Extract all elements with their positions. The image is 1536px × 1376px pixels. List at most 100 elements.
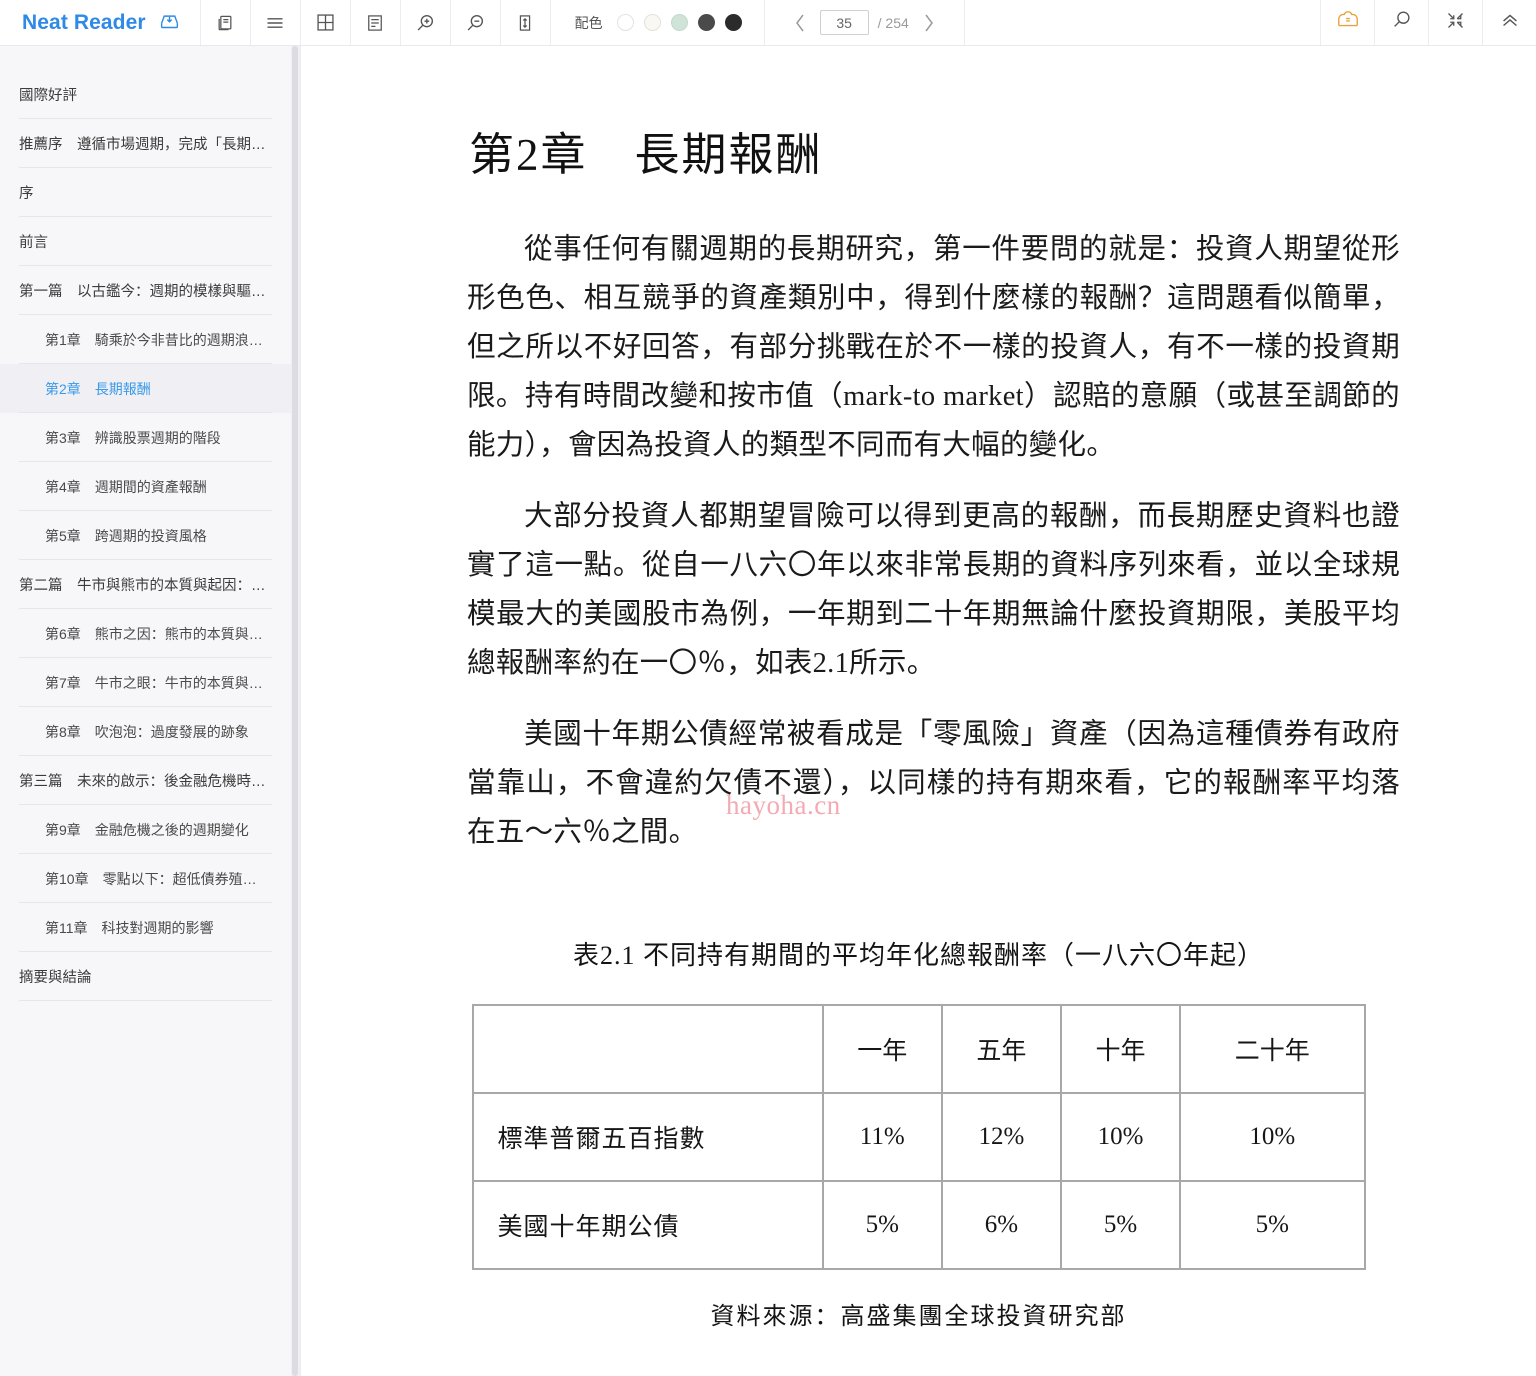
copy-pages-icon: [215, 13, 235, 33]
sidebar-scrollbar-thumb[interactable]: [292, 46, 298, 1376]
toc-item-13[interactable]: 第8章 吹泡泡：過度發展的跡象: [0, 707, 291, 756]
lines-spacing-icon: [264, 13, 286, 33]
fit-height-button[interactable]: [501, 0, 551, 45]
brand-area[interactable]: Neat Reader: [0, 0, 201, 45]
table-col-header-1: 一年: [821, 1004, 943, 1094]
table-col-header-2: 五年: [940, 1004, 1062, 1094]
toc-item-11[interactable]: 第6章 熊市之因：熊市的本質與…: [0, 609, 291, 658]
toc-item-0[interactable]: 國際好評: [0, 70, 291, 119]
toc-item-6[interactable]: 第2章 長期報酬: [0, 364, 291, 413]
toc-item-label: 第一篇 以古鑑今：週期的模樣與驅動…: [19, 284, 269, 300]
toc-item-15[interactable]: 第9章 金融危機之後的週期變化: [0, 805, 291, 854]
toc-item-17[interactable]: 第11章 科技對週期的影響: [0, 903, 291, 952]
toc-item-12[interactable]: 第7章 牛市之眼：牛市的本質與…: [0, 658, 291, 707]
toc-item-4[interactable]: 第一篇 以古鑑今：週期的模樣與驅動…: [0, 266, 291, 315]
reader-content-area: 第2章 長期報酬 從事任何有關週期的長期研究，第一件要問的就是：投資人期望從形形…: [301, 46, 1536, 1376]
fit-height-icon: [515, 13, 535, 33]
table-cell: 5%: [1059, 1180, 1182, 1270]
color-scheme-group: 配色: [551, 0, 765, 45]
color-swatch-black[interactable]: [724, 14, 742, 31]
toc-item-3[interactable]: 前言: [0, 217, 291, 266]
table-col-header-0: [471, 1004, 824, 1094]
single-page-button[interactable]: [351, 0, 401, 45]
paragraph-1: 從事任何有關週期的長期研究，第一件要問的就是：投資人期望從形形色色、相互競爭的資…: [467, 234, 1400, 461]
toc-item-label: 序: [19, 186, 34, 202]
next-page-button[interactable]: [918, 10, 940, 36]
save-to-library-icon[interactable]: [159, 10, 180, 36]
hide-toolbar-button[interactable]: [1482, 0, 1536, 45]
color-swatch-sepia[interactable]: [643, 14, 661, 31]
toc-item-8[interactable]: 第4章 週期間的資產報酬: [0, 462, 291, 511]
toc-item-18[interactable]: 摘要與結論: [0, 952, 291, 1001]
zoom-in-icon: [414, 12, 436, 34]
sidebar-toc: 國際好評推薦序 遵循市場週期，完成「長期好… 序前言第一篇 以古鑑今：週期的模樣與…: [0, 46, 291, 1376]
toc-item-label: 第三篇 未來的啟示：後金融危機時代…: [19, 774, 269, 790]
page-total-label: / 254: [877, 14, 909, 31]
chevron-up-icon: [1498, 9, 1522, 36]
prev-page-button[interactable]: [789, 10, 811, 36]
page-title: 第2章 長期報酬: [469, 130, 823, 180]
toc-item-5[interactable]: 第1章 騎乘於今非昔比的週期浪…: [0, 315, 291, 364]
zoom-out-button[interactable]: [451, 0, 501, 45]
toc-item-14[interactable]: 第三篇 未來的啟示：後金融危機時代…: [0, 756, 291, 805]
collapse-button[interactable]: [1428, 0, 1482, 45]
bookmark-button[interactable]: [1320, 0, 1374, 45]
grid-layout-icon: [315, 12, 336, 33]
page-number-input[interactable]: 35: [819, 10, 869, 35]
toc-item-1[interactable]: 推薦序 遵循市場週期，完成「長期好…: [0, 119, 291, 168]
single-page-icon: [365, 13, 385, 33]
toolbar-right-group: [1320, 0, 1536, 45]
toc-item-label: 國際好評: [19, 88, 77, 104]
collapse-icon: [1445, 10, 1466, 36]
table-cell: 10%: [1179, 1092, 1366, 1182]
color-swatch-white[interactable]: [616, 14, 634, 31]
zoom-in-button[interactable]: [401, 0, 451, 45]
search-icon: [1391, 9, 1413, 36]
table-header-row: 一年 五年 十年 二十年: [471, 1004, 1366, 1094]
table-col-header-4: 二十年: [1179, 1004, 1366, 1094]
toc-item-7[interactable]: 第3章 辨識股票週期的階段: [0, 413, 291, 462]
table-cell: 5%: [821, 1180, 943, 1270]
toc-item-label: 第9章 金融危機之後的週期變化: [45, 821, 249, 838]
table-cell: 10%: [1059, 1092, 1182, 1182]
toc-item-label: 第1章 騎乘於今非昔比的週期浪…: [45, 331, 263, 348]
color-swatch-green[interactable]: [670, 14, 688, 31]
book-page: 第2章 長期報酬 從事任何有關週期的長期研究，第一件要問的就是：投資人期望從形形…: [301, 118, 1536, 1331]
toc-item-2[interactable]: 序: [0, 168, 291, 217]
toc-item-label: 第10章 零點以下：超低債券殖…: [45, 870, 257, 887]
returns-table: 一年 五年 十年 二十年 標準普爾五百指數 11% 12% 10% 10% 美國十年期公債 5% 6…: [471, 1004, 1366, 1270]
toc-item-16[interactable]: 第10章 零點以下：超低債券殖…: [0, 854, 291, 903]
toolbar-left-group: Neat Reader 配色 35 / 254: [0, 0, 965, 45]
table-row: 美國十年期公債 5% 6% 5% 5%: [471, 1180, 1366, 1270]
page-navigation-group: 35 / 254: [765, 0, 965, 45]
paragraph-2: 大部分投資人都期望冒險可以得到更高的報酬，而長期歷史資料也證實了這一點。從自一八…: [467, 501, 1400, 679]
toc-item-label: 前言: [19, 235, 48, 251]
toc-item-label: 第6章 熊市之因：熊市的本質與…: [45, 625, 263, 642]
grid-layout-button[interactable]: [301, 0, 351, 45]
color-swatch-dark-gray[interactable]: [697, 14, 715, 31]
toc-list: 國際好評推薦序 遵循市場週期，完成「長期好… 序前言第一篇 以古鑑今：週期的模樣與…: [0, 46, 291, 1001]
copy-pages-button[interactable]: [201, 0, 251, 45]
top-toolbar: Neat Reader 配色 35 / 254: [0, 0, 1536, 46]
toc-item-label: 第2章 長期報酬: [45, 380, 151, 397]
table-col-header-3: 十年: [1059, 1004, 1182, 1094]
paragraph-3: 美國十年期公債經常被看成是「零風險」資產（因為這種債券有政府當靠山，不會違約欠債…: [467, 719, 1400, 848]
line-spacing-button[interactable]: [251, 0, 301, 45]
table-cell: 11%: [821, 1092, 943, 1182]
toc-item-label: 第二篇 牛市與熊市的本質與起因：導…: [19, 578, 269, 594]
table-row-label: 美國十年期公債: [471, 1180, 824, 1270]
toc-item-9[interactable]: 第5章 跨週期的投資風格: [0, 511, 291, 560]
toc-item-10[interactable]: 第二篇 牛市與熊市的本質與起因：導…: [0, 560, 291, 609]
table-caption: 表2.1 不同持有期間的平均年化總報酬率（一八六〇年起）: [572, 941, 1264, 970]
bookmark-cloud-icon: [1336, 10, 1360, 35]
table-cell: 5%: [1179, 1180, 1366, 1270]
toc-item-label: 第4章 週期間的資產報酬: [45, 478, 207, 495]
table-row: 標準普爾五百指數 11% 12% 10% 10%: [471, 1092, 1366, 1182]
toc-item-label: 第8章 吹泡泡：過度發展的跡象: [45, 723, 249, 740]
sidebar-scrollbar[interactable]: [291, 46, 300, 1376]
search-button[interactable]: [1374, 0, 1428, 45]
toc-item-label: 第11章 科技對週期的影響: [45, 919, 214, 936]
toc-item-label: 第5章 跨週期的投資風格: [45, 527, 207, 544]
toc-item-label: 第7章 牛市之眼：牛市的本質與…: [45, 674, 263, 691]
